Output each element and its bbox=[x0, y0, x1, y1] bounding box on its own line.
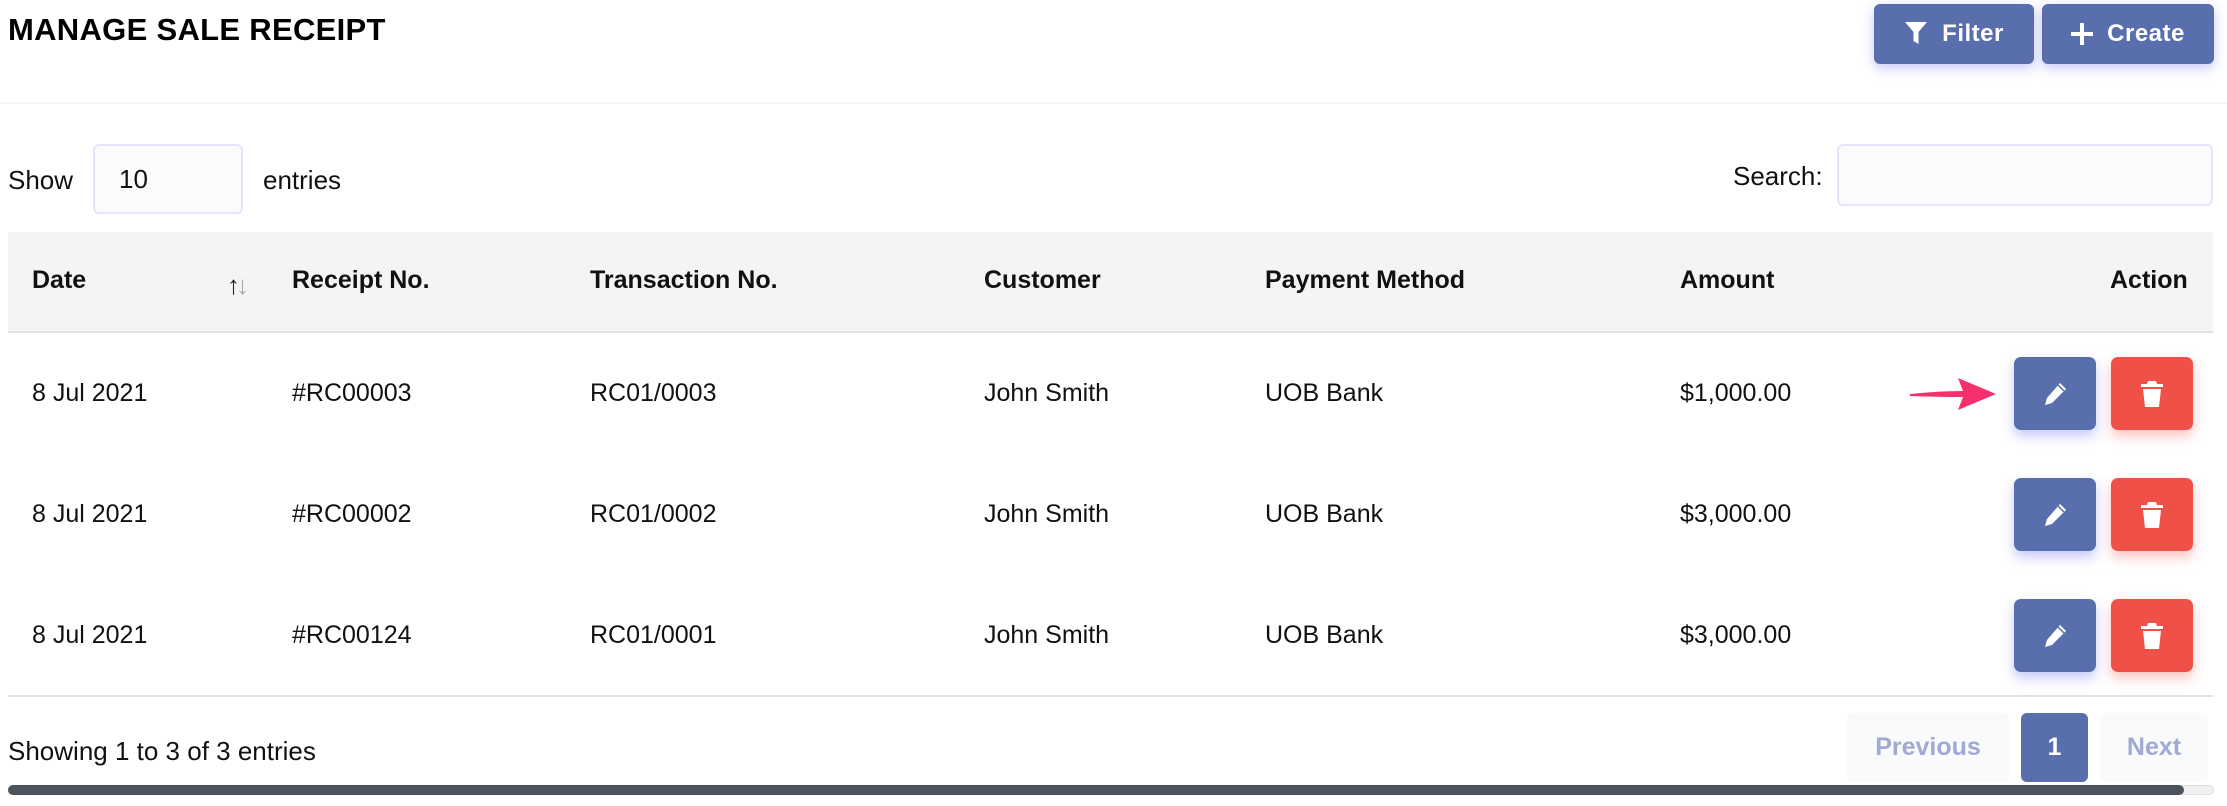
delete-button[interactable] bbox=[2111, 357, 2193, 430]
cell-receipt-no: #RC00002 bbox=[292, 500, 412, 528]
cell-customer: John Smith bbox=[984, 621, 1110, 649]
create-button[interactable]: Create bbox=[2042, 4, 2214, 64]
horizontal-scrollbar-thumb[interactable] bbox=[8, 785, 2184, 795]
cell-amount: $3,000.00 bbox=[1680, 500, 1792, 528]
filter-button-label: Filter bbox=[1942, 20, 2004, 47]
table-bottom-border bbox=[8, 695, 2213, 697]
filter-button[interactable]: Filter bbox=[1874, 4, 2034, 64]
column-header-amount[interactable]: Amount bbox=[1680, 266, 1774, 295]
create-button-label: Create bbox=[2107, 20, 2185, 47]
sort-arrows-icon[interactable]: ↑↓ bbox=[227, 272, 249, 298]
cell-transaction-no: RC01/0003 bbox=[590, 379, 717, 407]
header-divider bbox=[0, 102, 2227, 104]
entries-per-page-input[interactable] bbox=[93, 144, 243, 214]
cell-date: 8 Jul 2021 bbox=[32, 621, 148, 649]
cell-transaction-no: RC01/0001 bbox=[590, 621, 717, 649]
plus-icon bbox=[2071, 23, 2094, 45]
search-input[interactable] bbox=[1837, 144, 2213, 206]
pencil-icon bbox=[2045, 624, 2066, 647]
edit-button[interactable] bbox=[2014, 478, 2096, 551]
delete-button[interactable] bbox=[2111, 599, 2193, 672]
column-header-date[interactable]: Date bbox=[32, 266, 86, 295]
trash-icon bbox=[2141, 501, 2163, 528]
cell-payment-method: UOB Bank bbox=[1265, 379, 1384, 407]
column-header-payment-method[interactable]: Payment Method bbox=[1265, 266, 1465, 295]
cell-customer: John Smith bbox=[984, 500, 1110, 528]
pencil-icon bbox=[2045, 503, 2066, 526]
filter-icon bbox=[1905, 22, 1928, 44]
trash-icon bbox=[2141, 622, 2163, 649]
delete-button[interactable] bbox=[2111, 478, 2193, 551]
cell-transaction-no: RC01/0002 bbox=[590, 500, 717, 528]
entries-label: entries bbox=[263, 165, 342, 195]
annotation-arrow-icon bbox=[1910, 378, 1996, 410]
cell-date: 8 Jul 2021 bbox=[32, 500, 148, 528]
cell-payment-method: UOB Bank bbox=[1265, 621, 1384, 649]
cell-receipt-no: #RC00003 bbox=[292, 379, 412, 407]
cell-receipt-no: #RC00124 bbox=[292, 621, 412, 649]
pagination-previous[interactable]: Previous bbox=[1847, 713, 2009, 782]
cell-amount: $1,000.00 bbox=[1680, 379, 1792, 407]
column-header-customer[interactable]: Customer bbox=[984, 266, 1101, 295]
search-label: Search: bbox=[1733, 161, 1823, 191]
column-header-transaction-no[interactable]: Transaction No. bbox=[590, 266, 778, 295]
show-label: Show bbox=[8, 165, 74, 195]
pagination-page-1[interactable]: 1 bbox=[2021, 713, 2088, 782]
edit-button[interactable] bbox=[2014, 357, 2096, 430]
cell-customer: John Smith bbox=[984, 379, 1110, 407]
pagination-next[interactable]: Next bbox=[2100, 713, 2208, 782]
page-title: MANAGE SALE RECEIPT bbox=[8, 12, 386, 47]
edit-button[interactable] bbox=[2014, 599, 2096, 672]
column-header-action: Action bbox=[2110, 266, 2188, 294]
cell-amount: $3,000.00 bbox=[1680, 621, 1792, 649]
column-header-receipt-no[interactable]: Receipt No. bbox=[292, 266, 430, 295]
pencil-icon bbox=[2045, 382, 2066, 405]
cell-date: 8 Jul 2021 bbox=[32, 379, 148, 407]
cell-payment-method: UOB Bank bbox=[1265, 500, 1384, 528]
table-info: Showing 1 to 3 of 3 entries bbox=[8, 736, 316, 766]
trash-icon bbox=[2141, 380, 2163, 407]
